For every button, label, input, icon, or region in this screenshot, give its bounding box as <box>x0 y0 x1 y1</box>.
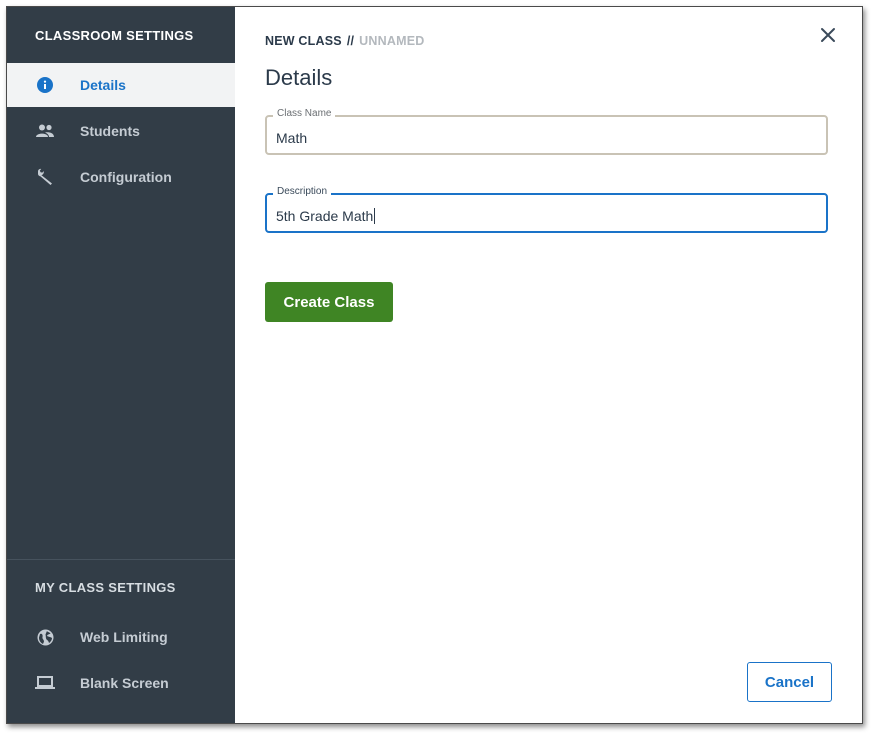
close-button[interactable] <box>818 25 838 45</box>
sidebar-heading: CLASSROOM SETTINGS <box>35 28 194 43</box>
info-icon <box>35 75 55 95</box>
description-label: Description <box>273 186 332 197</box>
sidebar-item-label: Configuration <box>80 169 172 185</box>
sidebar-item-label: Students <box>80 123 140 139</box>
globe-icon <box>35 627 55 647</box>
wrench-icon <box>35 167 55 187</box>
sidebar-divider <box>7 559 235 560</box>
sidebar-item-label: Blank Screen <box>80 675 169 691</box>
class-name-label: Class Name <box>273 108 336 119</box>
laptop-icon <box>35 673 55 693</box>
sidebar: CLASSROOM SETTINGS Details Students Conf… <box>7 7 235 723</box>
sidebar-item-students[interactable]: Students <box>7 109 235 153</box>
main-panel: NEW CLASS // UNNAMED Details Class Name Ma… <box>235 7 862 723</box>
create-class-button[interactable]: Create Class <box>265 282 393 322</box>
cancel-button[interactable]: Cancel <box>747 662 832 702</box>
description-value: 5th Grade Math <box>276 208 374 224</box>
text-caret <box>374 208 376 224</box>
my-class-settings-heading: MY CLASS SETTINGS <box>35 580 176 595</box>
class-name-field[interactable]: Class Name Math <box>265 108 828 155</box>
breadcrumb: NEW CLASS // UNNAMED <box>265 34 424 48</box>
people-icon <box>35 121 55 141</box>
sidebar-item-web-limiting[interactable]: Web Limiting <box>7 615 235 659</box>
sidebar-item-configuration[interactable]: Configuration <box>7 155 235 199</box>
breadcrumb-class-name: UNNAMED <box>359 34 425 48</box>
classroom-settings-dialog: CLASSROOM SETTINGS Details Students Conf… <box>6 6 863 724</box>
breadcrumb-separator: // <box>346 34 355 48</box>
class-name-value: Math <box>276 130 308 146</box>
sidebar-item-label: Details <box>80 77 126 93</box>
breadcrumb-current: NEW CLASS <box>265 34 342 48</box>
sidebar-item-blank-screen[interactable]: Blank Screen <box>7 661 235 705</box>
sidebar-item-details[interactable]: Details <box>7 63 235 107</box>
sidebar-item-label: Web Limiting <box>80 629 168 645</box>
close-icon <box>821 28 835 42</box>
page-title: Details <box>265 65 333 90</box>
description-field[interactable]: Description 5th Grade Math <box>265 186 828 233</box>
